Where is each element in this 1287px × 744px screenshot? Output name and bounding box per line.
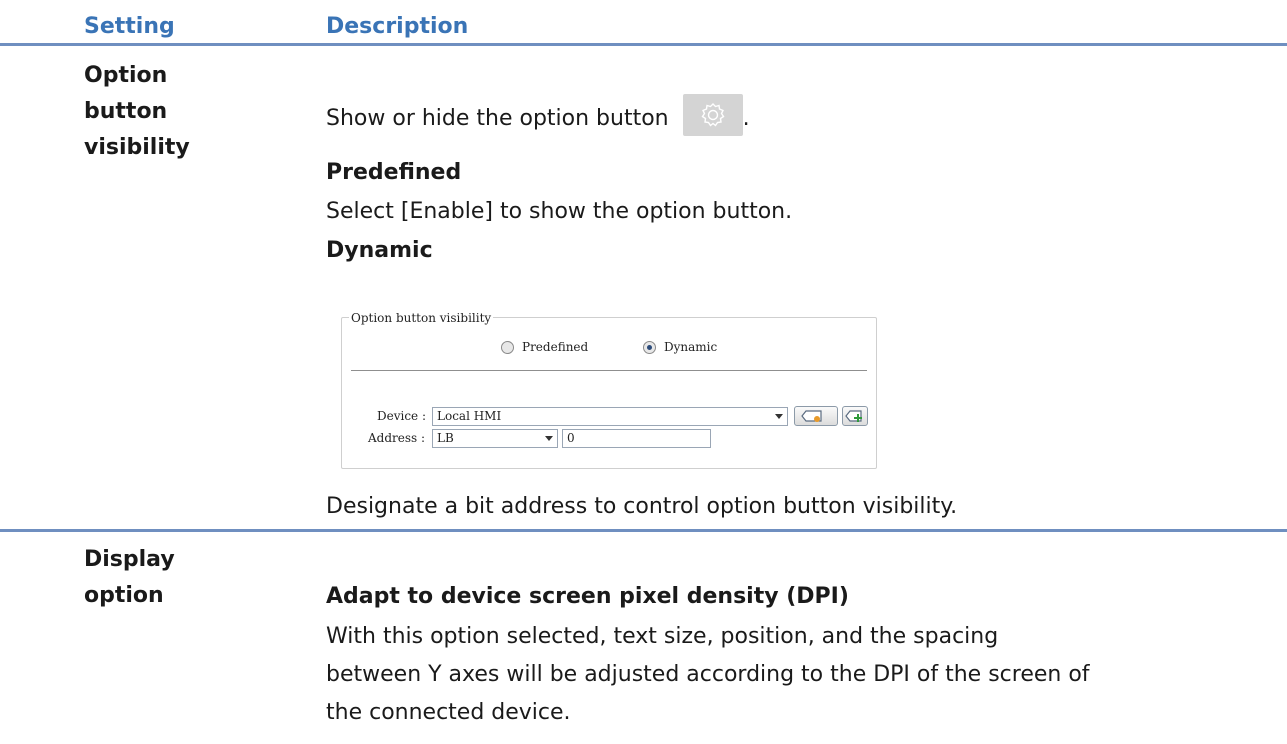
address-label: Address : (368, 431, 426, 445)
predefined-text: Select [Enable] to show the option butto… (326, 199, 793, 224)
device-select[interactable]: Local HMI (432, 407, 788, 426)
intro-period: . (742, 106, 750, 131)
radio-predefined-label: Predefined (522, 340, 589, 354)
address-input[interactable]: 0 (562, 429, 710, 448)
intro-line: Show or hide the option button . (326, 94, 750, 140)
tag-pick-icon (801, 410, 822, 422)
address-add-button[interactable] (842, 406, 868, 426)
intro-text: Show or hide the option button (326, 106, 669, 131)
chevron-down-icon (775, 414, 783, 419)
option-visibility-panel: Option button visibility Predefined Dyna… (341, 311, 877, 469)
address-type-select[interactable]: LB (432, 429, 558, 448)
device-label: Device : (377, 409, 427, 423)
radio-predefined[interactable] (501, 341, 514, 354)
dpi-body: With this option selected, text size, po… (326, 624, 1090, 725)
predefined-heading: Predefined (326, 160, 462, 185)
setting-display-option: Display option (84, 547, 175, 608)
header-rule (0, 43, 1287, 46)
row-rule (0, 529, 1287, 532)
radio-dynamic[interactable] (643, 341, 656, 354)
gear-icon (682, 94, 743, 136)
address-type-value: LB (437, 431, 454, 445)
header-description: Description (326, 14, 469, 39)
chevron-down-icon (545, 436, 553, 441)
address-value: 0 (567, 431, 575, 445)
dynamic-heading: Dynamic (326, 238, 433, 263)
tag-add-icon (845, 410, 862, 422)
footer-text: Designate a bit address to control optio… (326, 494, 958, 519)
address-picker-button[interactable] (794, 406, 838, 426)
address-divider (710, 429, 711, 448)
setting-option-button-visibility: Option button visibility (84, 63, 190, 160)
device-value: Local HMI (437, 409, 502, 423)
radio-dynamic-label: Dynamic (664, 340, 718, 354)
header-setting: Setting (84, 14, 175, 39)
panel-legend: Option button visibility (349, 311, 494, 325)
dpi-heading: Adapt to device screen pixel density (DP… (326, 584, 849, 609)
panel-separator (351, 370, 867, 371)
